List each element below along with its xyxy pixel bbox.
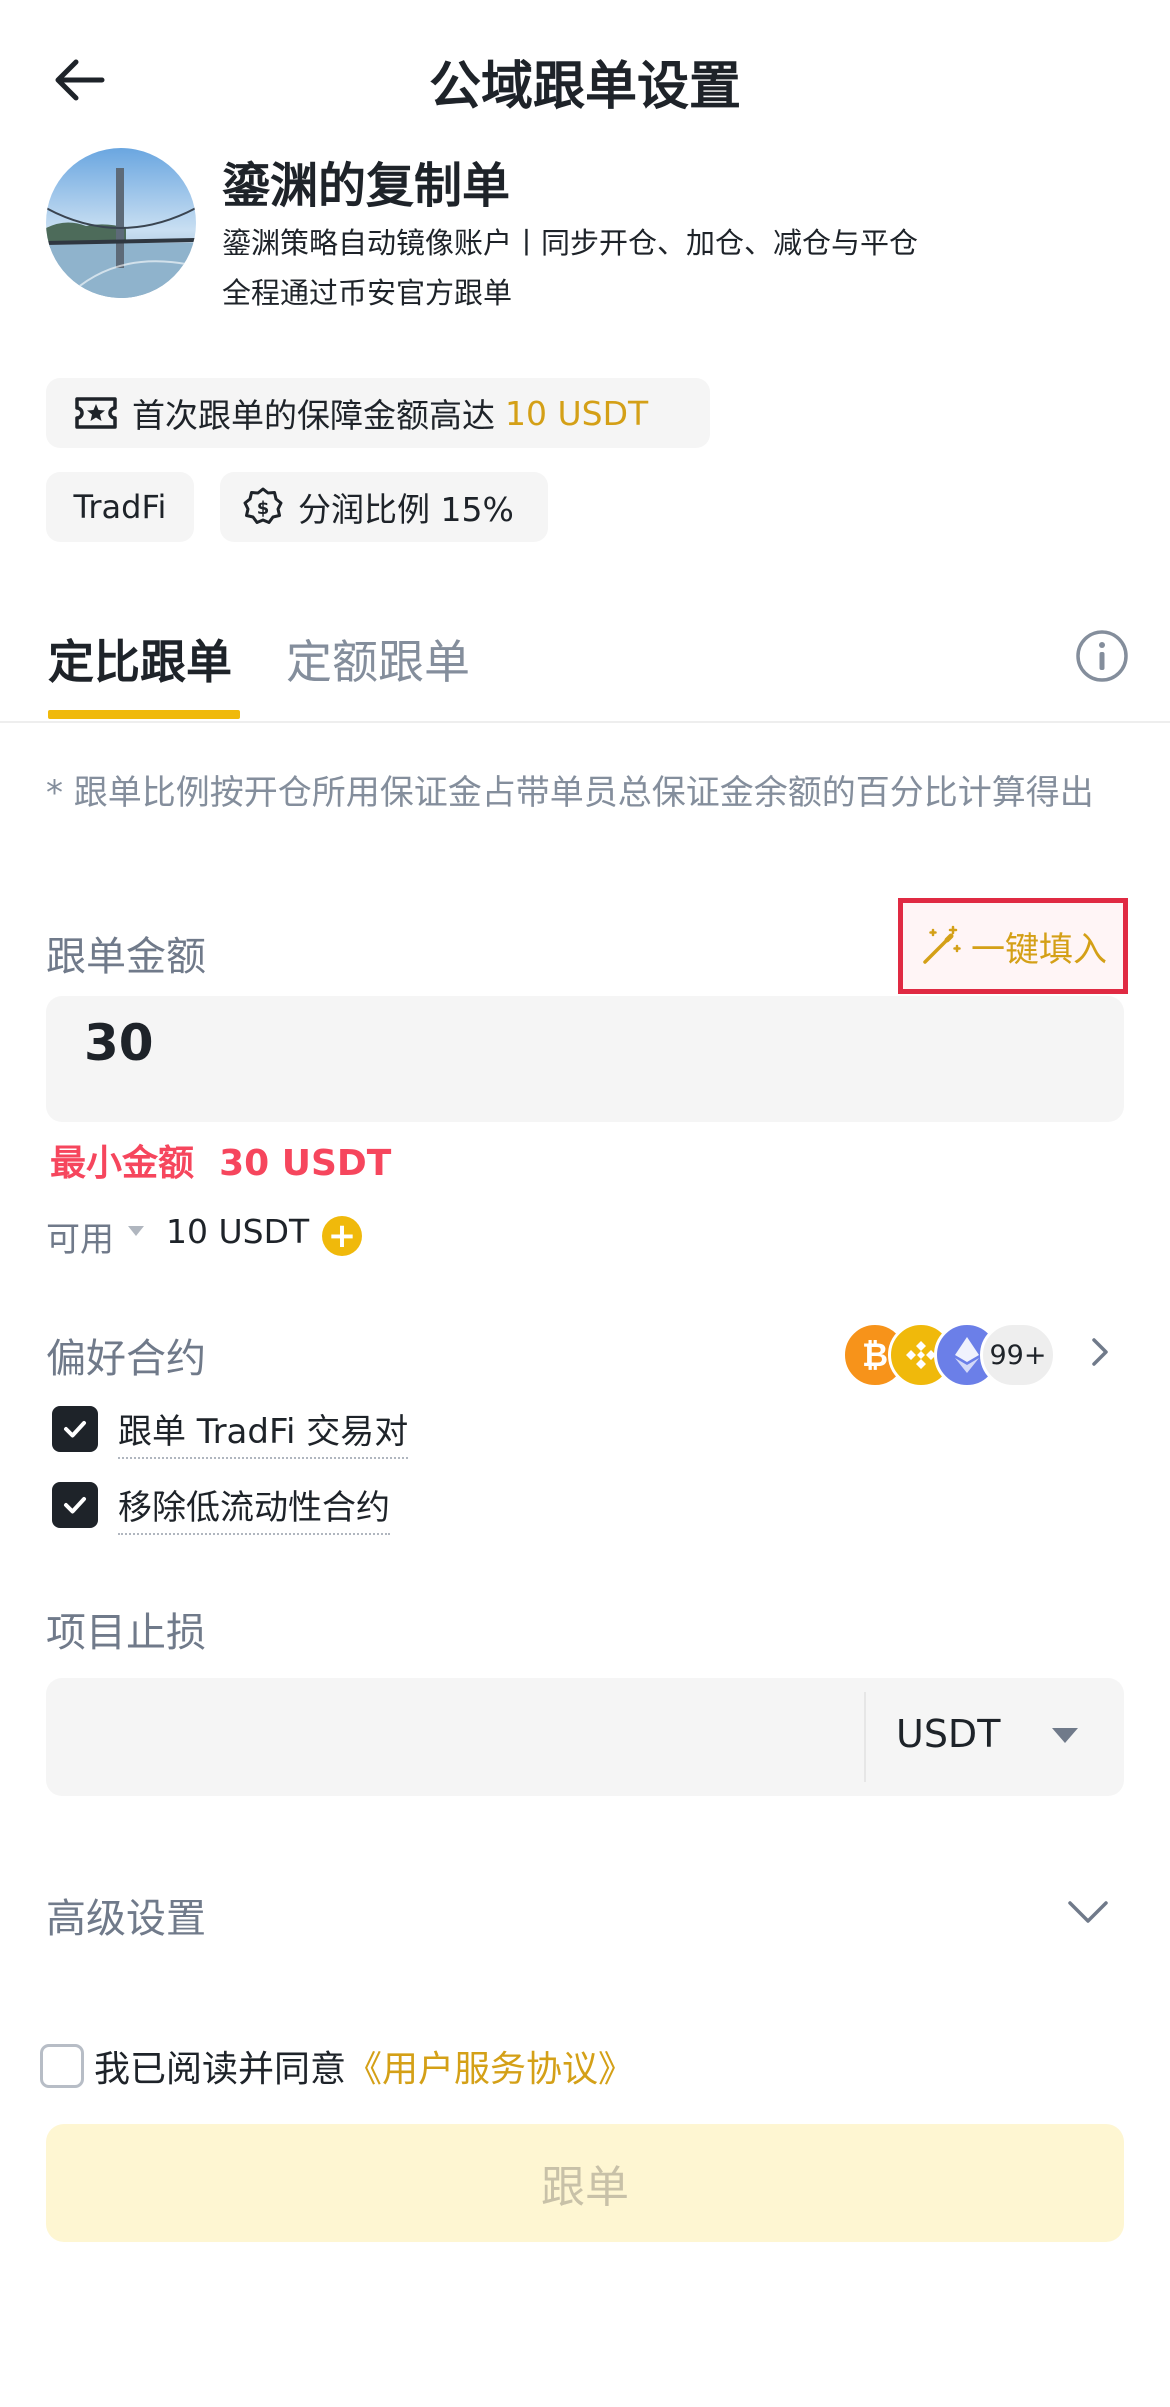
profit-share-tag: $ 分润比例 15% xyxy=(220,472,548,542)
more-contracts-count[interactable]: 99+ xyxy=(980,1322,1056,1388)
available-label[interactable]: 可用 xyxy=(46,1212,114,1261)
profit-share-text: 分润比例 15% xyxy=(298,490,514,529)
ratio-note: * 跟单比例按开仓所用保证金占带单员总保证金余额的百分比计算得出 xyxy=(46,773,1094,813)
active-tab-indicator xyxy=(48,710,240,719)
guarantee-text: 首次跟单的保障金额高达 xyxy=(132,396,495,435)
chevron-right-icon[interactable] xyxy=(1082,1334,1118,1370)
svg-text:$: $ xyxy=(257,498,270,519)
tab-divider xyxy=(0,721,1170,723)
tradfi-pairs-label[interactable]: 跟单 TradFi 交易对 xyxy=(118,1404,409,1459)
min-amount-label: 最小金额 xyxy=(50,1143,195,1184)
remove-low-liquidity-checkbox[interactable] xyxy=(52,1482,98,1528)
stop-loss-unit-select[interactable]: USDT xyxy=(896,1712,1000,1756)
info-icon[interactable] xyxy=(1074,628,1130,684)
checkmark-icon xyxy=(64,1421,86,1438)
preferred-contracts-label: 偏好合约 xyxy=(46,1336,206,1382)
magic-wand-icon xyxy=(919,924,963,968)
add-funds-plus-icon[interactable]: + xyxy=(322,1216,362,1256)
stop-loss-label: 项目止损 xyxy=(46,1610,206,1656)
checkmark-icon xyxy=(64,1497,86,1514)
amount-input-value: 30 xyxy=(84,1014,154,1072)
stop-loss-divider xyxy=(864,1692,866,1782)
page-title: 公域跟单设置 xyxy=(428,57,741,117)
advanced-settings-label[interactable]: 高级设置 xyxy=(46,1886,206,1944)
agreement-text: 我已阅读并同意《用户服务协议》 xyxy=(94,2040,634,2092)
trader-name: 鎏渊的复制单 xyxy=(222,158,511,214)
ticket-icon xyxy=(74,395,118,431)
caret-down-icon[interactable] xyxy=(128,1226,144,1236)
trader-description-line2: 全程通过币安官方跟单 xyxy=(222,276,513,310)
autofill-button[interactable]: 一键填入 xyxy=(898,898,1128,994)
autofill-label: 一键填入 xyxy=(971,929,1107,970)
min-amount-value: 30 USDT xyxy=(219,1143,392,1184)
available-balance: 10 USDT xyxy=(166,1212,310,1251)
user-service-agreement-link[interactable]: 《用户服务协议》 xyxy=(346,2049,634,2090)
tab-proportional[interactable]: 定比跟单 xyxy=(48,626,232,692)
tradfi-tag: TradFi xyxy=(46,472,194,542)
dollar-badge-icon: $ xyxy=(242,486,284,528)
tradfi-pairs-checkbox[interactable] xyxy=(52,1406,98,1452)
agreement-label: 我已阅读并同意 xyxy=(94,2049,347,2090)
amount-input[interactable] xyxy=(46,996,1124,1122)
guarantee-banner[interactable]: 首次跟单的保障金额高达 10 USDT xyxy=(46,378,710,448)
min-amount-error: 最小金额 30 USDT xyxy=(50,1134,391,1186)
guarantee-amount: 10 USDT xyxy=(505,393,649,433)
avatar xyxy=(46,148,196,298)
trader-description-line1: 鎏渊策略自动镜像账户丨同步开仓、加仓、减仓与平仓 xyxy=(222,226,919,260)
tab-fixed-amount[interactable]: 定额跟单 xyxy=(286,626,470,692)
remove-low-liquidity-label[interactable]: 移除低流动性合约 xyxy=(118,1480,390,1535)
agreement-checkbox[interactable] xyxy=(40,2044,84,2088)
caret-down-icon[interactable] xyxy=(1052,1728,1078,1743)
amount-label: 跟单金额 xyxy=(46,934,206,980)
chevron-down-icon[interactable] xyxy=(1064,1888,1112,1936)
copy-trade-button[interactable]: 跟单 xyxy=(46,2124,1124,2242)
